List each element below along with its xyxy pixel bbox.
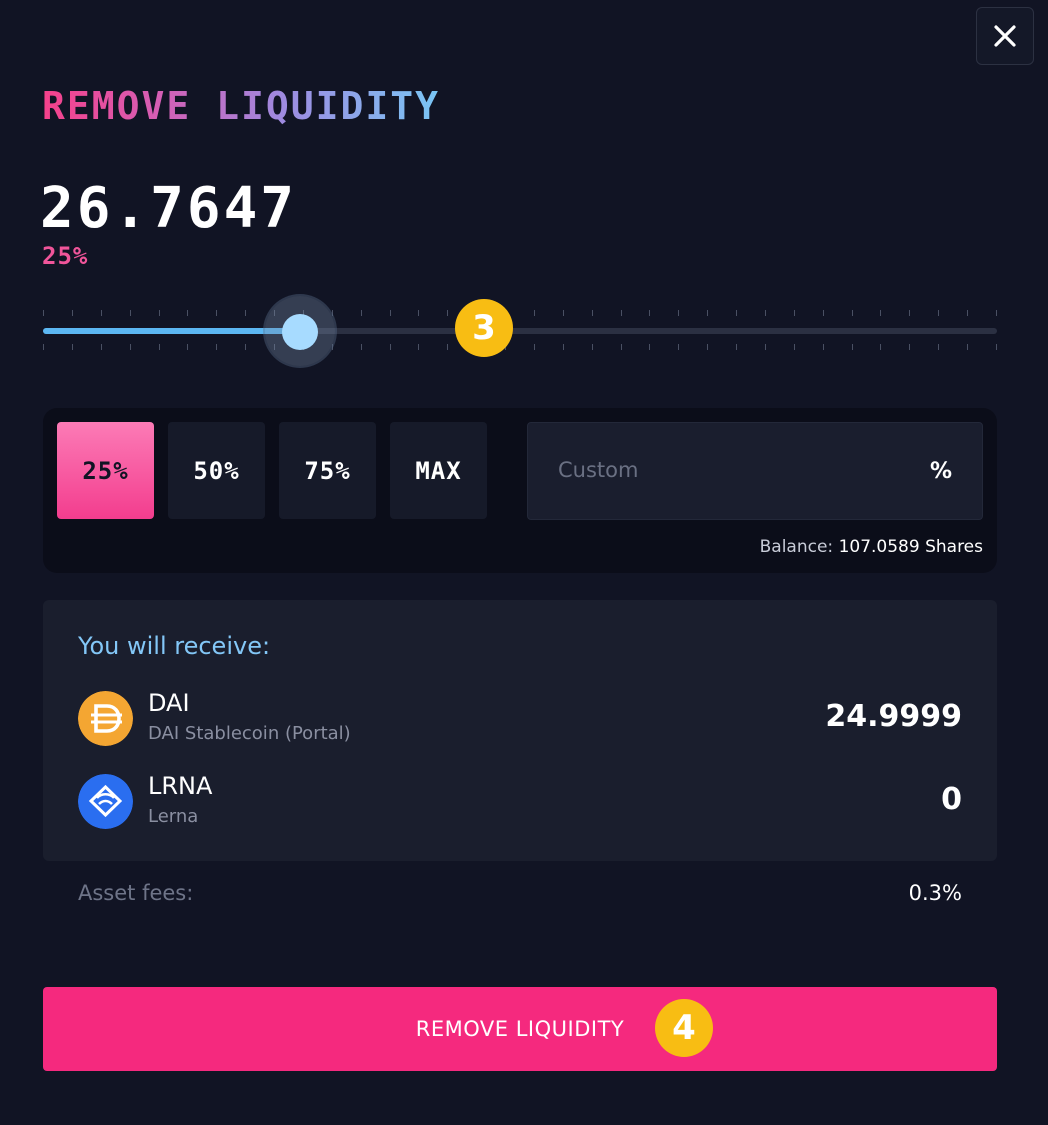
- slider-tick: [361, 310, 362, 316]
- slider-tick: [101, 310, 102, 316]
- slider-tick: [909, 310, 910, 316]
- slider-tick: [938, 310, 939, 316]
- close-icon: [994, 25, 1016, 47]
- slider-tick: [823, 310, 824, 316]
- slider-tick: [938, 344, 939, 350]
- slider-tick: [621, 344, 622, 350]
- slider-tick: [707, 344, 708, 350]
- slider-tick: [187, 344, 188, 350]
- slider-tick: [909, 344, 910, 350]
- slider-tick: [880, 310, 881, 316]
- percent-slider[interactable]: [43, 296, 997, 366]
- slider-tick: [736, 310, 737, 316]
- slider-handle[interactable]: [282, 314, 318, 350]
- slider-tick: [563, 344, 564, 350]
- preset-25-button[interactable]: 25%: [57, 422, 154, 519]
- slider-tick: [736, 344, 737, 350]
- balance-readout: Balance: 107.0589 Shares: [760, 537, 983, 557]
- slider-tick: [72, 310, 73, 316]
- slider-tick: [678, 310, 679, 316]
- receive-summary: You will receive: DAI DAI Stablecoin (Po…: [43, 600, 997, 861]
- slider-tick: [101, 344, 102, 350]
- slider-tick: [967, 344, 968, 350]
- slider-tick: [130, 310, 131, 316]
- slider-tick: [390, 310, 391, 316]
- asset-amount: 0: [941, 782, 962, 817]
- slider-ticks-top: [43, 310, 997, 318]
- slider-tick: [794, 344, 795, 350]
- asset-symbol: DAI: [148, 689, 190, 717]
- slider-tick: [43, 344, 44, 350]
- slider-tick: [649, 310, 650, 316]
- close-button[interactable]: [976, 7, 1034, 65]
- slider-tick: [159, 310, 160, 316]
- asset-name: Lerna: [148, 806, 199, 827]
- slider-tick: [880, 344, 881, 350]
- slider-fill: [43, 328, 300, 334]
- remove-liquidity-modal: REMOVE LIQUIDITY 26.7647 25% 3 25% 50% 7…: [0, 0, 1048, 1125]
- slider-tick: [159, 344, 160, 350]
- slider-tick: [332, 344, 333, 350]
- slider-tick: [332, 310, 333, 316]
- slider-tick: [245, 344, 246, 350]
- asset-fees-value: 0.3%: [908, 881, 962, 905]
- slider-tick: [361, 344, 362, 350]
- preset-max-button[interactable]: MAX: [390, 422, 487, 519]
- removal-percent: 25%: [42, 242, 89, 270]
- slider-tick: [43, 310, 44, 316]
- asset-amount: 24.9999: [825, 699, 962, 734]
- asset-row-lrna: LRNA Lerna 0: [78, 772, 962, 830]
- slider-tick: [447, 310, 448, 316]
- slider-tick: [996, 344, 997, 350]
- slider-ticks-bottom: [43, 344, 997, 352]
- slider-tick: [967, 310, 968, 316]
- step-badge-4: 4: [655, 999, 713, 1057]
- slider-tick: [823, 344, 824, 350]
- dai-icon: [78, 691, 133, 746]
- slider-tick: [678, 344, 679, 350]
- asset-fees-label: Asset fees:: [78, 881, 194, 905]
- slider-tick: [794, 310, 795, 316]
- slider-tick: [534, 310, 535, 316]
- slider-tick: [707, 310, 708, 316]
- preset-50-button[interactable]: 50%: [168, 422, 265, 519]
- slider-tick: [72, 344, 73, 350]
- slider-tick: [765, 344, 766, 350]
- custom-percent-input[interactable]: Custom %: [527, 422, 983, 520]
- balance-label: Balance:: [759, 537, 834, 557]
- slider-tick: [216, 344, 217, 350]
- slider-tick: [621, 310, 622, 316]
- step-badge-3: 3: [455, 299, 513, 357]
- slider-tick: [187, 310, 188, 316]
- slider-tick: [852, 344, 853, 350]
- asset-symbol: LRNA: [148, 772, 213, 800]
- modal-title: REMOVE LIQUIDITY: [42, 84, 441, 128]
- slider-tick: [765, 310, 766, 316]
- slider-tick: [216, 310, 217, 316]
- preset-75-button[interactable]: 75%: [279, 422, 376, 519]
- slider-tick: [563, 310, 564, 316]
- slider-tick: [447, 344, 448, 350]
- slider-tick: [418, 344, 419, 350]
- slider-tick: [390, 344, 391, 350]
- slider-tick: [996, 310, 997, 316]
- asset-name: DAI Stablecoin (Portal): [148, 723, 351, 744]
- slider-tick: [130, 344, 131, 350]
- slider-tick: [245, 310, 246, 316]
- slider-tick: [852, 310, 853, 316]
- receive-heading: You will receive:: [78, 632, 271, 660]
- slider-tick: [592, 310, 593, 316]
- remove-liquidity-button[interactable]: REMOVE LIQUIDITY: [43, 987, 997, 1071]
- slider-tick: [649, 344, 650, 350]
- balance-value: 107.0589 Shares: [838, 537, 983, 557]
- slider-tick: [418, 310, 419, 316]
- lerna-icon: [78, 774, 133, 829]
- asset-row-dai: DAI DAI Stablecoin (Portal) 24.9999: [78, 689, 962, 747]
- removal-amount: 26.7647: [40, 176, 298, 241]
- slider-tick: [592, 344, 593, 350]
- slider-tick: [534, 344, 535, 350]
- percent-presets-panel: 25% 50% 75% MAX Custom % Balance: 107.05…: [43, 408, 997, 573]
- percent-suffix: %: [929, 459, 952, 484]
- custom-percent-placeholder: Custom: [558, 458, 639, 482]
